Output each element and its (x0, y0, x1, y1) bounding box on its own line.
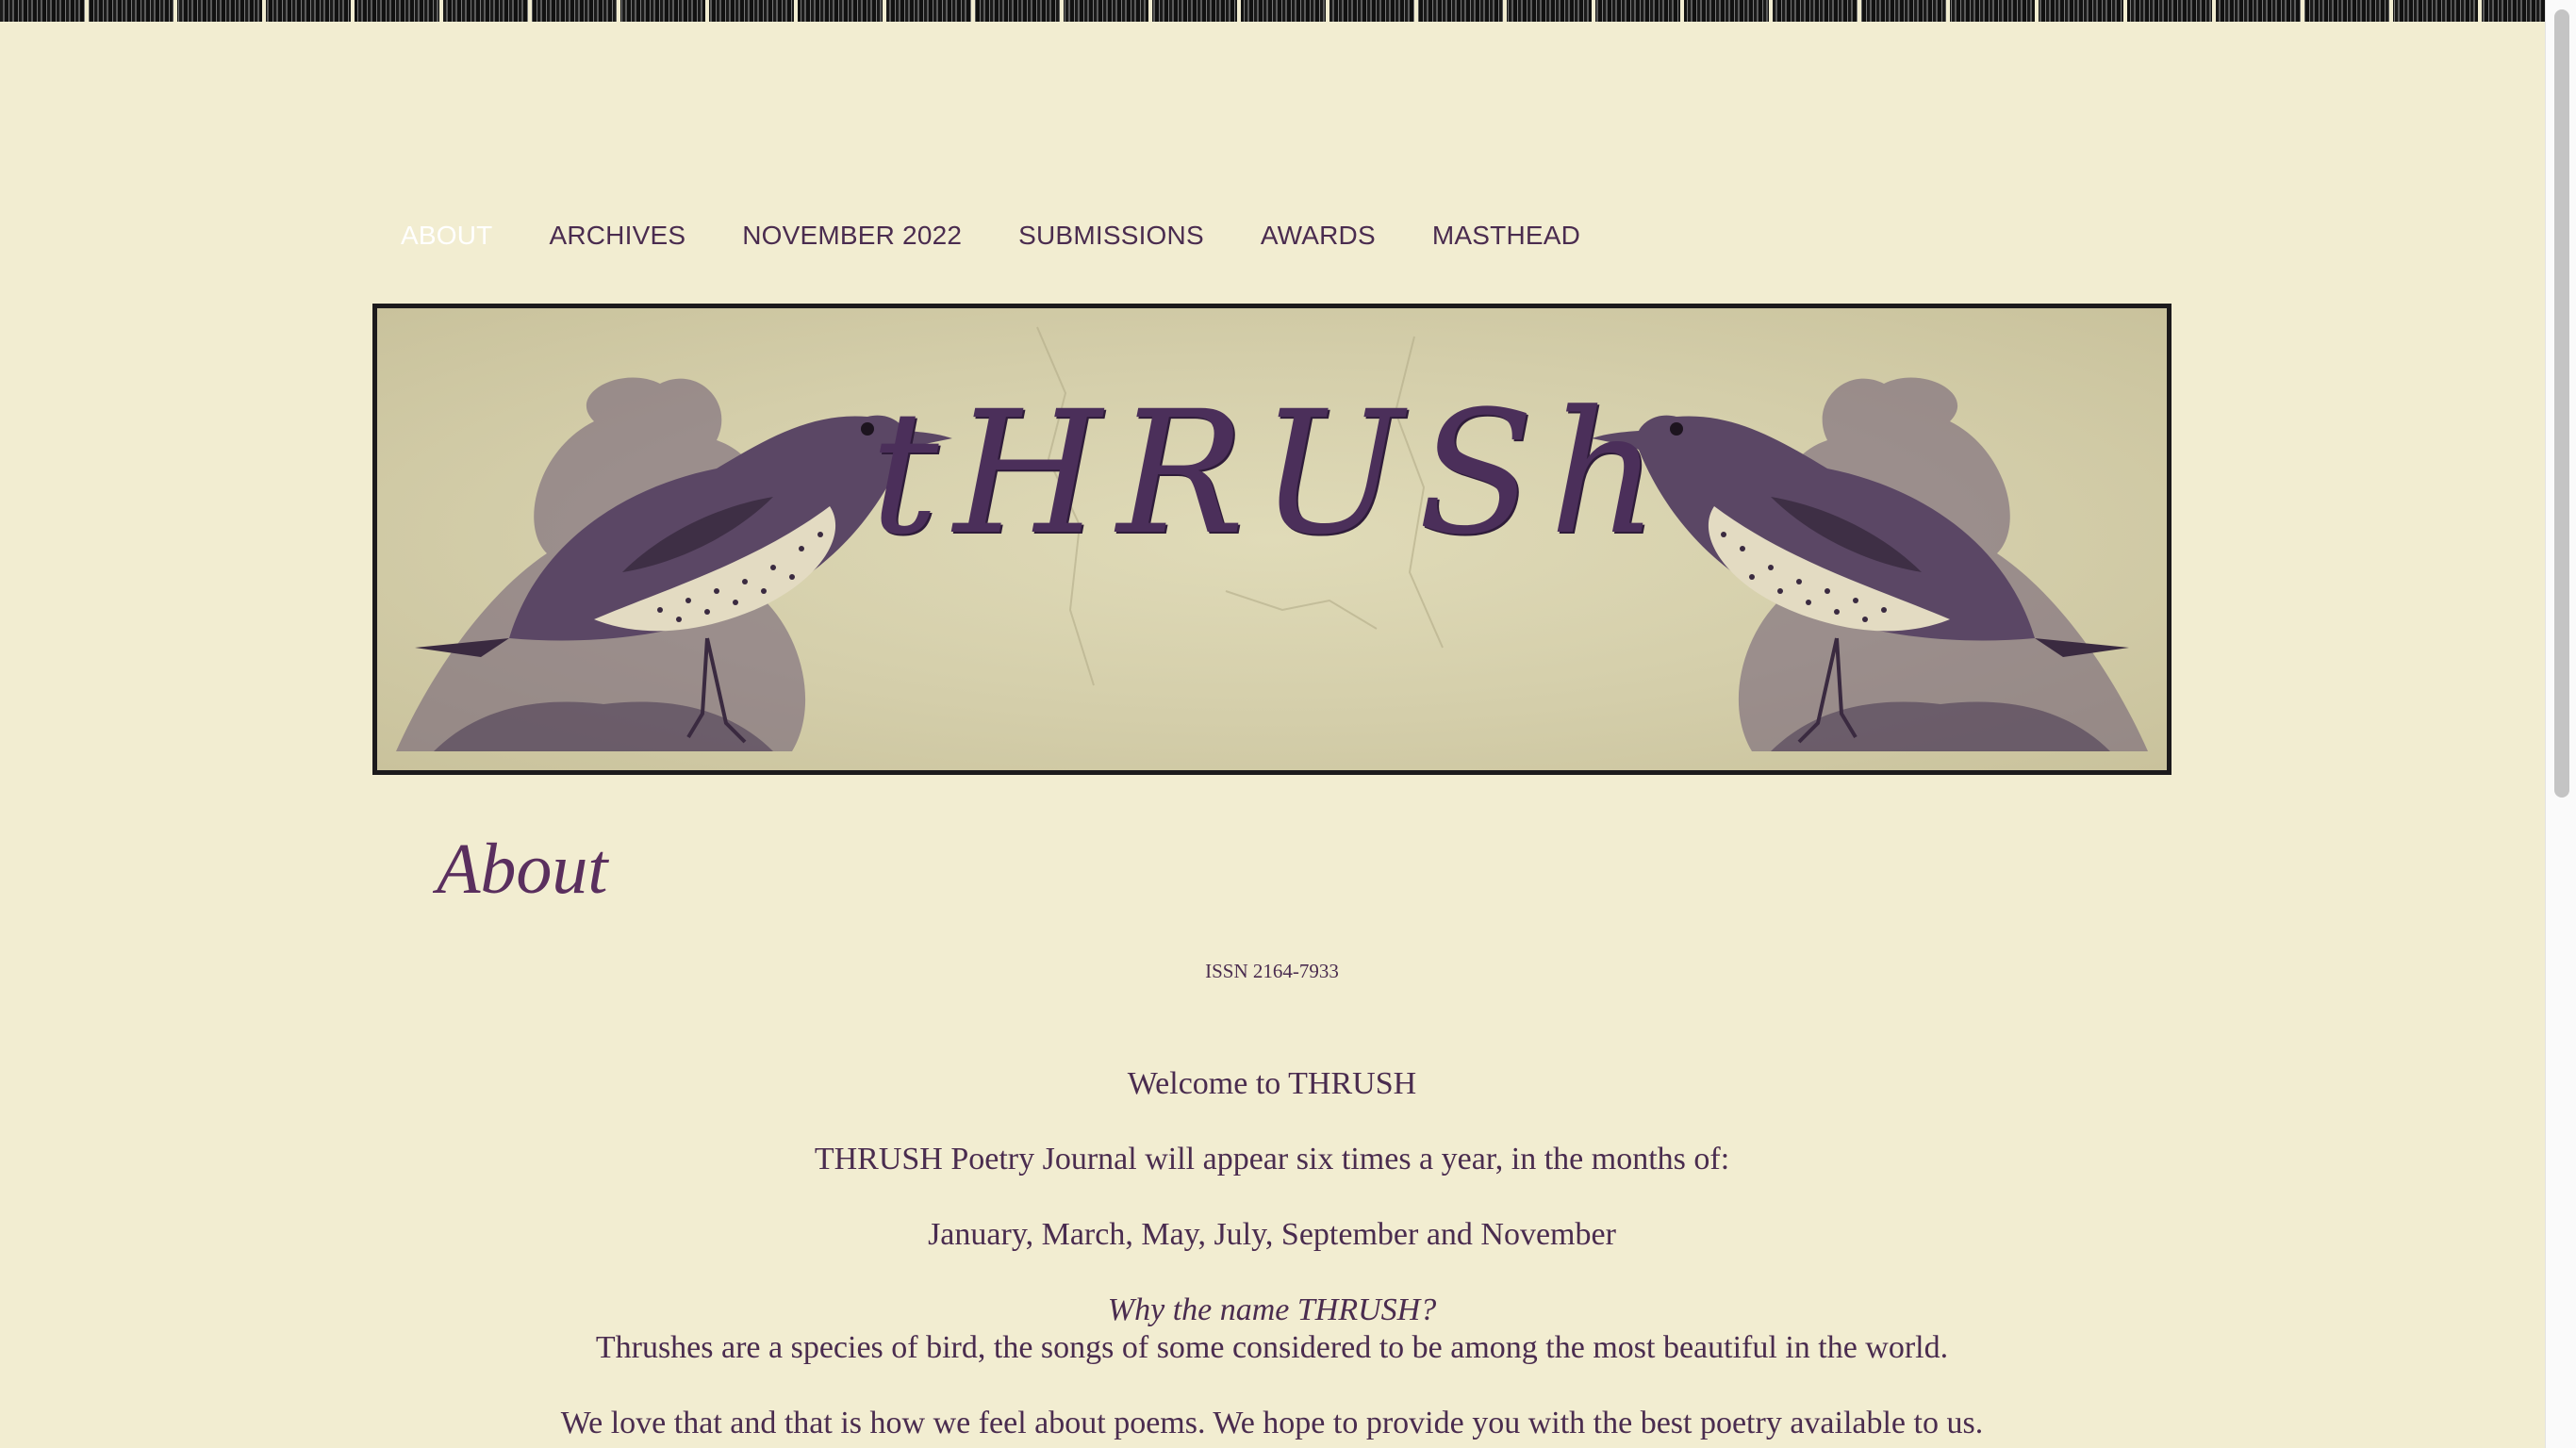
nav-item-archives[interactable]: ARCHIVES (520, 215, 714, 256)
scrollbar-thumb[interactable] (2554, 9, 2569, 798)
decorative-top-strip (0, 0, 2546, 22)
header-banner[interactable]: tHRUSh (372, 304, 2171, 775)
nav-item-about[interactable]: ABOUT (372, 215, 520, 256)
love-text: We love that and that is how we feel abo… (560, 1406, 1984, 1440)
vertical-scrollbar[interactable] (2545, 0, 2576, 1448)
nav-item-november-2022[interactable]: NOVEMBER 2022 (714, 215, 990, 256)
schedule-text: THRUSH Poetry Journal will appear six ti… (814, 1142, 1730, 1176)
issn-text: ISSN 2164-7933 (1205, 960, 1339, 982)
nav-item-submissions[interactable]: SUBMISSIONS (990, 215, 1232, 256)
banner-logo-text: tHRUSh (870, 375, 1674, 572)
main-navigation: ABOUT ARCHIVES NOVEMBER 2022 SUBMISSIONS… (372, 215, 1609, 256)
nav-item-awards[interactable]: AWARDS (1232, 215, 1404, 256)
page-title: About (437, 830, 608, 909)
welcome-text: Welcome to THRUSH (1127, 1066, 1417, 1101)
why-heading: Why the name THRUSH? (1107, 1292, 1437, 1327)
months-text: January, March, May, July, September and… (928, 1217, 1616, 1252)
why-text: Thrushes are a species of bird, the song… (595, 1330, 1949, 1365)
nav-item-masthead[interactable]: MASTHEAD (1404, 215, 1609, 256)
